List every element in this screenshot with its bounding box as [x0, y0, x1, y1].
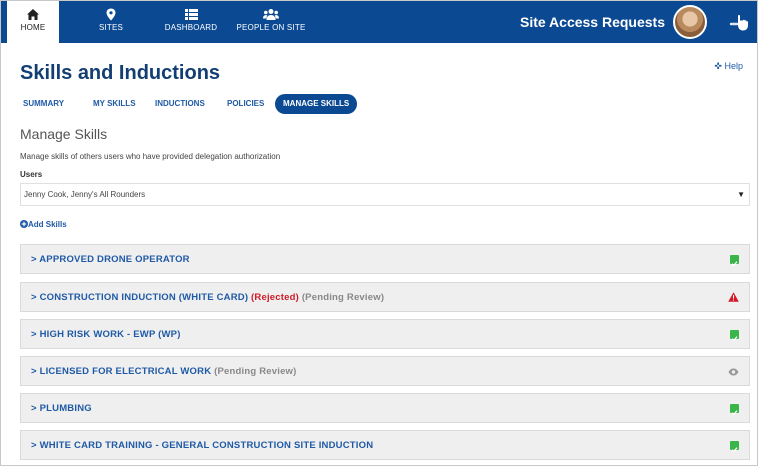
nav-sites[interactable]: SITES [83, 1, 139, 43]
add-skills-label: Add Skills [28, 220, 67, 229]
nav-home[interactable]: HOME [7, 1, 59, 45]
nav-home-label: HOME [20, 23, 46, 32]
hand-pointer-icon[interactable] [729, 12, 751, 34]
nav-sites-label: SITES [98, 23, 124, 32]
plus-circle-icon [20, 220, 28, 228]
section-title: Manage Skills [20, 126, 108, 142]
check-icon [730, 441, 739, 453]
skill-name: LICENSED FOR ELECTRICAL WORK [39, 366, 212, 377]
skill-name: APPROVED DRONE OPERATOR [39, 254, 190, 265]
users-select-value: Jenny Cook, Jenny's All Rounders [24, 190, 146, 199]
help-link[interactable]: ✜ Help [714, 61, 743, 72]
nav-dashboard[interactable]: DASHBOARD [159, 1, 223, 43]
skill-name: PLUMBING [39, 403, 92, 414]
help-label: Help [724, 61, 743, 71]
top-nav: HOME SITES DASHBOARD PEOPLE ON SITE Site… [1, 1, 757, 45]
tab-policies[interactable]: POLICIES [227, 94, 264, 114]
skill-row[interactable]: > WHITE CARD TRAINING - GENERAL CONSTRUC… [20, 430, 750, 460]
check-icon [730, 330, 739, 342]
nav-dashboard-label: DASHBOARD [164, 23, 218, 32]
rejected-label: (Rejected) [251, 292, 299, 303]
skill-row[interactable]: > CONSTRUCTION INDUCTION (WHITE CARD) (R… [20, 282, 750, 312]
tab-summary[interactable]: SUMMARY [23, 94, 64, 114]
home-icon [27, 9, 39, 20]
users-select[interactable]: Jenny Cook, Jenny's All Rounders ▼ [20, 183, 750, 206]
skill-row-title: > HIGH RISK WORK - EWP (WP) [31, 329, 181, 340]
tab-inductions[interactable]: INDUCTIONS [155, 94, 205, 114]
check-icon [730, 404, 739, 416]
skill-name: HIGH RISK WORK - EWP (WP) [39, 329, 181, 340]
help-icon: ✜ [714, 61, 722, 71]
site-access-requests-title[interactable]: Site Access Requests [520, 14, 665, 30]
tab-my-skills[interactable]: MY SKILLS [93, 94, 136, 114]
warning-icon [728, 292, 739, 302]
list-icon [184, 9, 198, 20]
skill-row[interactable]: > LICENSED FOR ELECTRICAL WORK (Pending … [20, 356, 750, 386]
users-label: Users [20, 170, 43, 179]
eye-icon [728, 368, 739, 376]
app-window: HOME SITES DASHBOARD PEOPLE ON SITE Site… [0, 0, 758, 466]
skill-row-title: > LICENSED FOR ELECTRICAL WORK (Pending … [31, 366, 297, 377]
skill-row[interactable]: > PLUMBING [20, 393, 750, 423]
skill-row-title: > WHITE CARD TRAINING - GENERAL CONSTRUC… [31, 440, 374, 451]
pending-review-label: (Pending Review) [301, 292, 385, 303]
caret-down-icon: ▼ [737, 190, 745, 199]
skill-row[interactable]: > APPROVED DRONE OPERATOR [20, 244, 750, 274]
skill-name: CONSTRUCTION INDUCTION (WHITE CARD) [39, 292, 249, 303]
skill-row[interactable]: > HIGH RISK WORK - EWP (WP) [20, 319, 750, 349]
user-avatar[interactable] [673, 5, 707, 39]
map-pin-icon [106, 8, 116, 21]
page-title: Skills and Inductions [20, 62, 221, 84]
people-icon [263, 9, 279, 20]
skill-row-title: > PLUMBING [31, 403, 92, 414]
tab-manage-skills[interactable]: MANAGE SKILLS [275, 94, 358, 114]
skill-name: WHITE CARD TRAINING - GENERAL CONSTRUCTI… [39, 440, 374, 451]
skill-row-title: > CONSTRUCTION INDUCTION (WHITE CARD) (R… [31, 292, 385, 303]
check-icon [730, 255, 739, 267]
pending-review-label: (Pending Review) [214, 366, 297, 377]
section-description: Manage skills of others users who have p… [20, 152, 281, 161]
nav-people-on-site[interactable]: PEOPLE ON SITE [231, 1, 311, 43]
add-skills-link[interactable]: Add Skills [20, 220, 67, 229]
nav-people-label: PEOPLE ON SITE [236, 23, 306, 32]
skill-row-title: > APPROVED DRONE OPERATOR [31, 254, 190, 265]
